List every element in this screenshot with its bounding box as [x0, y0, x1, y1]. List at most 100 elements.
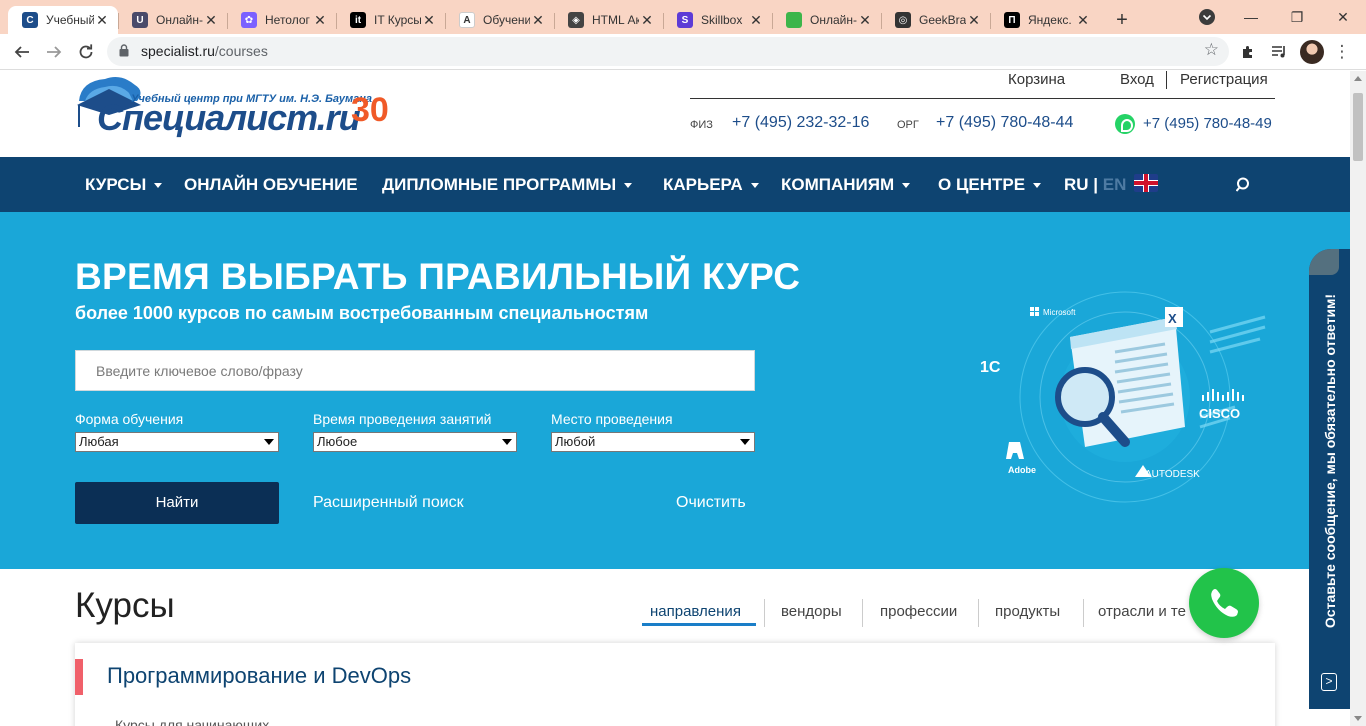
tab-favicon-icon: C: [22, 12, 38, 28]
scrollbar-thumb[interactable]: [1353, 93, 1363, 161]
feedback-side-tab[interactable]: Оставьте сообщение, мы обязательно ответ…: [1309, 249, 1350, 709]
card-title: Программирование и DevOps: [107, 663, 412, 688]
browser-tab[interactable]: ✿ Нетолог ✕: [227, 6, 336, 34]
phone-whatsapp[interactable]: +7 (495) 780-48-49: [1143, 115, 1272, 132]
browser-tab[interactable]: П Яндекс. ✕: [990, 6, 1099, 34]
new-tab-button[interactable]: +: [1107, 6, 1137, 34]
tab-favicon-icon: it: [350, 12, 366, 28]
tab-favicon-icon: ✿: [241, 12, 257, 28]
tab-close-icon[interactable]: ✕: [94, 12, 110, 29]
close-window-icon[interactable]: ✕: [1320, 0, 1366, 34]
browser-tab[interactable]: A Обучени ✕: [445, 6, 554, 34]
reload-icon[interactable]: [72, 38, 100, 66]
nav-item[interactable]: ОНЛАЙН ОБУЧЕНИЕ: [184, 157, 358, 212]
nav-item[interactable]: КУРСЫ: [85, 157, 163, 212]
tab-favicon-icon: ◈: [568, 12, 584, 28]
browser-tab[interactable]: it IT Курсы ✕: [336, 6, 445, 34]
language-switch[interactable]: RU | EN: [1064, 157, 1126, 212]
tab-close-icon[interactable]: ✕: [966, 12, 982, 29]
card-subtitle[interactable]: Курсы для начинающих: [115, 717, 269, 726]
tab-close-icon[interactable]: ✕: [857, 12, 873, 29]
kebab-menu-icon[interactable]: ⋮: [1328, 38, 1356, 66]
chevron-down-icon: [264, 439, 274, 445]
card-accent-bar: [75, 659, 83, 695]
nav-item-label: ДИПЛОМНЫЕ ПРОГРАММЫ: [382, 175, 617, 194]
restore-icon[interactable]: ❐: [1274, 0, 1320, 34]
phone-org[interactable]: +7 (495) 780-48-44: [936, 114, 1073, 132]
minimize-icon[interactable]: —: [1228, 0, 1274, 34]
tab-vendors[interactable]: вендоры: [781, 603, 842, 620]
clear-link[interactable]: Очистить: [676, 494, 746, 512]
tab-professions[interactable]: профессии: [880, 603, 957, 620]
tab-title: Онлайн-: [810, 13, 857, 27]
filter-select-form[interactable]: Любая: [75, 432, 279, 452]
forward-icon[interactable]: [40, 38, 68, 66]
site-logo[interactable]: Учебный центр при МГТУ им. Н.Э. Баумана …: [75, 71, 415, 138]
browser-tab-strip: C Учебный ✕ U Онлайн- ✕ ✿ Нетолог ✕ it IT Курсы ✕ A О…: [0, 0, 1366, 34]
url-text: specialist.ru/courses: [141, 43, 268, 59]
phone-fiz[interactable]: +7 (495) 232-32-16: [732, 114, 869, 132]
filter-select-time[interactable]: Любое: [313, 432, 517, 452]
tab-title: Учебный: [46, 13, 94, 27]
browser-tab[interactable]: U Онлайн- ✕: [118, 6, 227, 34]
filter-label-place: Место проведения: [551, 411, 673, 427]
tab-favicon-icon: A: [459, 12, 475, 28]
courses-title: Курсы: [75, 586, 175, 625]
tab-divider: [1083, 599, 1084, 627]
media-control-icon[interactable]: [1266, 38, 1294, 66]
tab-title: Яндекс.: [1028, 13, 1072, 27]
browser-tab[interactable]: Онлайн- ✕: [772, 6, 881, 34]
lock-icon: [119, 44, 129, 57]
browser-tab[interactable]: C Учебный ✕: [8, 6, 118, 34]
whatsapp-icon[interactable]: [1115, 114, 1135, 134]
filter-select-place[interactable]: Любой: [551, 432, 755, 452]
tab-close-icon[interactable]: ✕: [312, 12, 328, 29]
find-button[interactable]: Найти: [75, 482, 279, 524]
register-link[interactable]: Регистрация: [1180, 71, 1268, 89]
tab-favicon-icon: ◎: [895, 12, 911, 28]
tab-divider: [978, 599, 979, 627]
scroll-down-icon[interactable]: [1354, 716, 1362, 721]
address-bar[interactable]: specialist.ru/courses ☆: [107, 37, 1229, 66]
login-link[interactable]: Вход: [1120, 71, 1154, 89]
tab-directions[interactable]: направления: [650, 603, 741, 620]
scroll-up-icon[interactable]: [1354, 76, 1362, 81]
nav-item[interactable]: КАРЬЕРА: [663, 157, 759, 212]
profile-avatar[interactable]: [1300, 40, 1324, 64]
uk-flag-icon[interactable]: [1134, 174, 1158, 192]
phone-fiz-label: ФИЗ: [690, 119, 713, 131]
page-content: Учебный центр при МГТУ им. Н.Э. Баумана …: [0, 71, 1350, 726]
extensions-puzzle-icon[interactable]: [1234, 38, 1262, 66]
nav-item[interactable]: ДИПЛОМНЫЕ ПРОГРАММЫ: [382, 157, 633, 212]
back-icon[interactable]: [8, 38, 36, 66]
chevron-down-icon: [154, 183, 163, 189]
tab-close-icon[interactable]: ✕: [748, 12, 764, 29]
chevron-right-icon[interactable]: >: [1321, 673, 1337, 691]
tab-close-icon[interactable]: ✕: [203, 12, 219, 29]
tab-close-icon[interactable]: ✕: [1075, 12, 1091, 29]
page-scrollbar[interactable]: [1350, 71, 1366, 726]
course-search-input[interactable]: [75, 350, 755, 391]
call-button[interactable]: [1189, 568, 1259, 638]
tab-title: IT Курсы: [374, 13, 421, 27]
tab-search-icon[interactable]: [1184, 0, 1230, 34]
vendors-illustration: Microsoft X 1С CISCO Adobe AUTODESK: [980, 291, 1266, 503]
nav-item[interactable]: О ЦЕНТРЕ: [938, 157, 1042, 212]
chevron-down-icon: [502, 439, 512, 445]
nav-item[interactable]: КОМПАНИЯМ: [781, 157, 911, 212]
browser-tab[interactable]: ◈ HTML Ак ✕: [554, 6, 663, 34]
browser-tab[interactable]: S Skillbox ✕: [663, 6, 772, 34]
cart-link[interactable]: Корзина: [1008, 71, 1065, 89]
search-icon[interactable]: [1236, 177, 1252, 193]
tab-products[interactable]: продукты: [995, 603, 1060, 620]
browser-tab[interactable]: ◎ GeekBra ✕: [881, 6, 990, 34]
tab-close-icon[interactable]: ✕: [421, 12, 437, 29]
tab-industries[interactable]: отрасли и те: [1098, 603, 1186, 620]
hero-subtitle: более 1000 курсов по самым востребованны…: [75, 303, 649, 323]
bookmark-star-icon[interactable]: ☆: [1204, 40, 1219, 60]
cisco-logo: CISCO: [1199, 406, 1240, 421]
course-category-card[interactable]: Программирование и DevOps Курсы для начи…: [75, 643, 1275, 726]
advanced-search-link[interactable]: Расширенный поиск: [313, 494, 464, 512]
tab-close-icon[interactable]: ✕: [639, 12, 655, 29]
tab-close-icon[interactable]: ✕: [530, 12, 546, 29]
